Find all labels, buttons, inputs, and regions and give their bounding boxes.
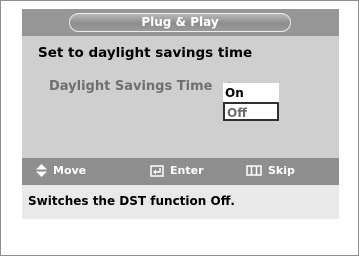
nav-skip-label: Skip [268, 164, 295, 177]
osd-menu-panel: Plug & Play Set to daylight savings time… [22, 9, 339, 185]
skip-icon [246, 165, 262, 176]
screen-frame: Plug & Play Set to daylight savings time… [0, 0, 359, 256]
nav-move[interactable]: Move [36, 164, 86, 177]
nav-enter-label: Enter [170, 164, 204, 177]
nav-move-label: Move [53, 164, 87, 177]
nav-enter[interactable]: Enter [150, 164, 204, 177]
up-down-arrow-icon [36, 164, 47, 177]
enter-icon [150, 164, 164, 177]
option-off-selected[interactable]: Off [223, 102, 279, 121]
menu-title: Plug & Play [69, 13, 291, 32]
dst-option-list[interactable]: On Off [223, 83, 279, 121]
option-on[interactable]: On [223, 83, 279, 102]
dst-label: Daylight Savings Time [49, 79, 213, 94]
help-text: Switches the DST function Off. [28, 194, 235, 208]
title-bar: Plug & Play [22, 9, 339, 36]
help-panel: Switches the DST function Off. [22, 185, 339, 219]
nav-skip[interactable]: Skip [246, 164, 295, 177]
navigation-bar: Move Enter Skip [22, 158, 339, 185]
dst-setting-row: Daylight Savings Time : [49, 79, 232, 94]
menu-heading: Set to daylight savings time [38, 45, 253, 61]
